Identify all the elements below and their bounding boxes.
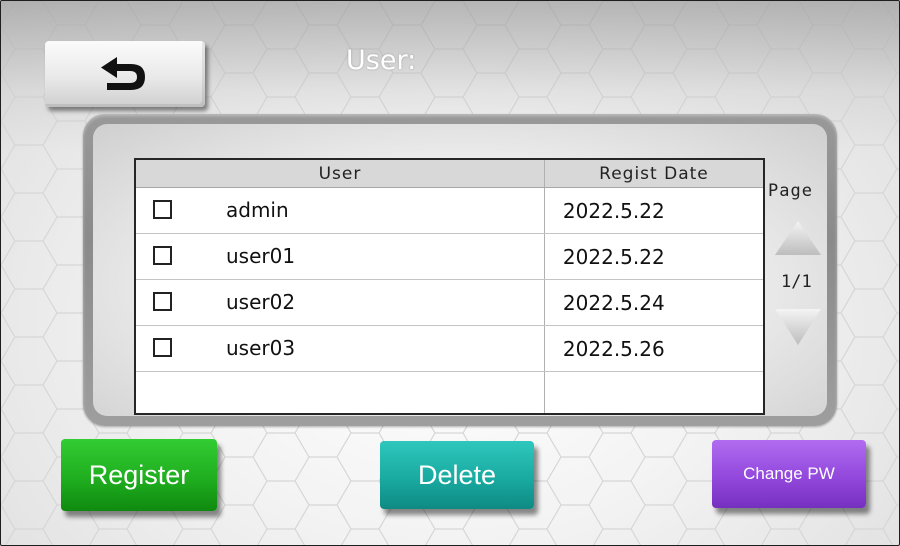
table-row-empty xyxy=(135,371,764,415)
column-header-regist-date: Regist Date xyxy=(543,159,764,188)
regist-date: 2022.5.26 xyxy=(543,325,764,372)
page-up-button[interactable] xyxy=(773,219,823,257)
username: admin xyxy=(226,198,289,222)
user-management-screen: User: User Regist Date admin 2022.5.22 u… xyxy=(0,0,900,546)
register-button-label: Register xyxy=(88,460,190,490)
regist-date: 2022.5.22 xyxy=(543,187,764,234)
row-checkbox[interactable] xyxy=(153,246,172,265)
column-header-user: User xyxy=(135,159,545,188)
user-cell: admin xyxy=(135,187,545,234)
table-row[interactable]: admin 2022.5.22 xyxy=(135,187,764,234)
screen-title: User: xyxy=(346,45,417,76)
page-indicator: 1/1 xyxy=(781,272,812,292)
triangle-up-icon xyxy=(775,221,821,255)
table-row[interactable]: user02 2022.5.24 xyxy=(135,279,764,326)
username: user01 xyxy=(226,244,296,268)
user-cell: user03 xyxy=(135,325,545,372)
username: user02 xyxy=(226,290,296,314)
delete-button[interactable]: Delete xyxy=(380,441,534,509)
table-row[interactable]: user03 2022.5.26 xyxy=(135,325,764,372)
row-checkbox[interactable] xyxy=(153,200,172,219)
user-table: User Regist Date admin 2022.5.22 user01 … xyxy=(134,158,765,415)
user-cell: user02 xyxy=(135,279,545,326)
table-header-row: User Regist Date xyxy=(135,159,764,188)
triangle-down-icon xyxy=(775,309,821,345)
return-arrow-icon xyxy=(101,57,145,90)
back-button[interactable] xyxy=(45,41,205,107)
change-password-button[interactable]: Change PW xyxy=(712,440,866,508)
page-label: Page xyxy=(768,181,813,201)
delete-button-label: Delete xyxy=(417,460,497,490)
row-checkbox[interactable] xyxy=(153,292,172,311)
page-down-button[interactable] xyxy=(773,307,823,347)
empty-cell xyxy=(135,372,544,415)
change-password-button-label: Change PW xyxy=(743,464,835,483)
user-cell: user01 xyxy=(135,233,545,280)
username: user03 xyxy=(226,336,296,360)
regist-date: 2022.5.24 xyxy=(543,279,764,326)
regist-date: 2022.5.22 xyxy=(543,233,764,280)
table-row[interactable]: user01 2022.5.22 xyxy=(135,233,764,280)
empty-cell xyxy=(543,371,764,414)
row-checkbox[interactable] xyxy=(153,338,172,357)
register-button[interactable]: Register xyxy=(61,439,217,511)
